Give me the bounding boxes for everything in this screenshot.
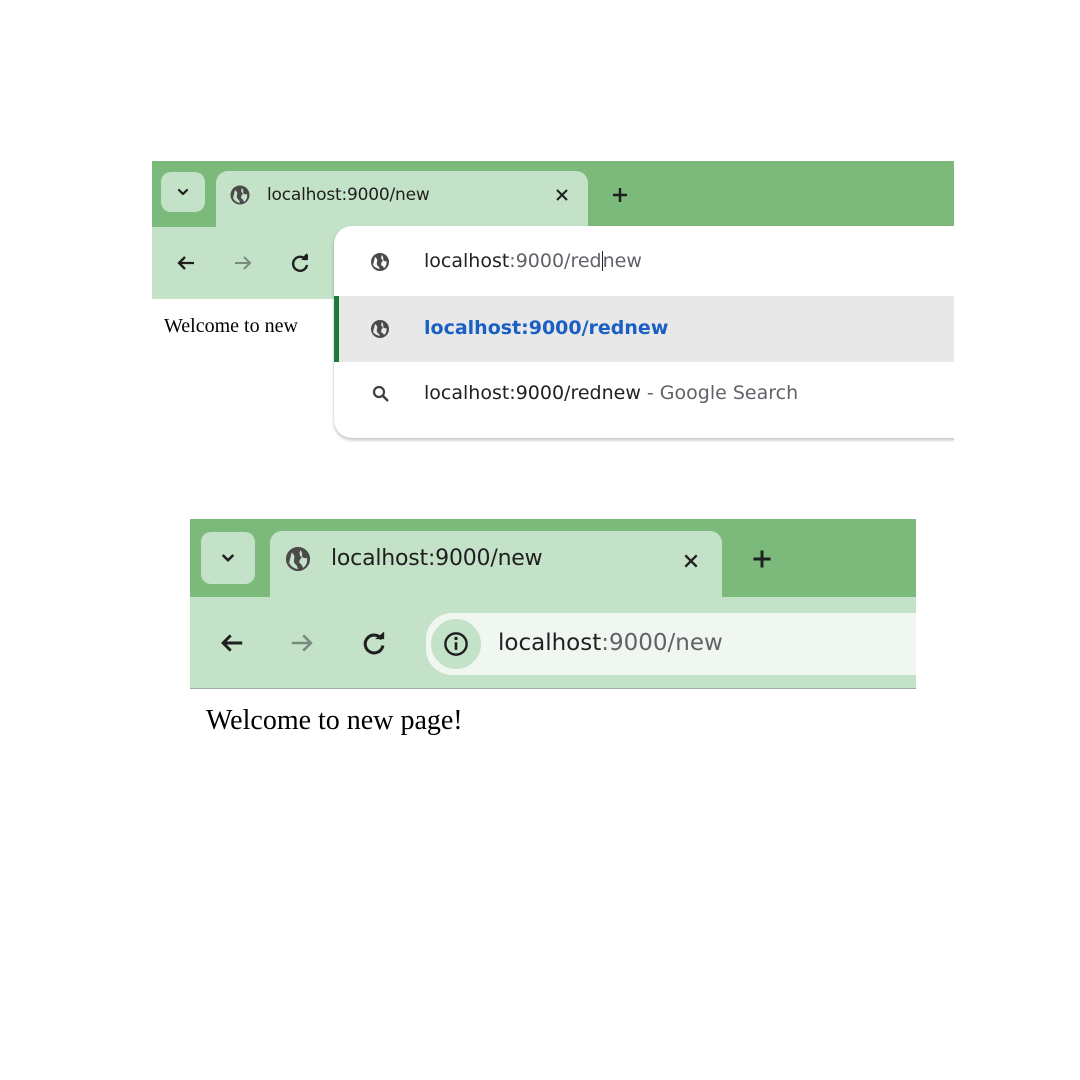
page-welcome-text: Welcome to new page! — [206, 705, 463, 736]
site-info-button[interactable] — [431, 619, 481, 669]
forward-button[interactable] — [227, 247, 259, 279]
address-text: localhost:9000/new — [498, 630, 723, 656]
globe-icon — [283, 544, 313, 574]
suggestion-url: localhost:9000/rednew — [424, 317, 669, 339]
globe-icon — [368, 317, 392, 341]
omnibox-input-autocomplete: new — [602, 250, 642, 272]
chevron-down-icon — [177, 188, 189, 196]
globe-icon — [228, 183, 252, 207]
arrow-right-icon — [291, 634, 313, 652]
reload-icon — [363, 631, 385, 655]
info-icon — [444, 632, 468, 656]
address-path: :9000/new — [601, 630, 723, 656]
back-button[interactable] — [212, 623, 252, 663]
omnibox-input-row[interactable]: localhost:9000/rednew — [334, 226, 954, 296]
address-bar[interactable]: localhost:9000/new — [426, 613, 916, 675]
arrow-left-icon — [177, 256, 194, 270]
active-tab[interactable]: localhost:9000/new — [270, 531, 722, 597]
suggestion-query-text: localhost:9000/rednew — [424, 382, 641, 404]
arrow-right-icon — [235, 256, 252, 270]
new-tab-button[interactable] — [742, 539, 782, 579]
new-tab-button[interactable] — [604, 179, 636, 211]
suggestion-query: localhost:9000/rednew - Google Search — [424, 382, 798, 404]
back-button[interactable] — [170, 247, 202, 279]
reload-icon — [291, 253, 309, 272]
search-icon — [370, 383, 392, 405]
close-tab-icon[interactable] — [673, 543, 709, 579]
reload-button[interactable] — [284, 247, 316, 279]
omnibox-input-host: localhost — [424, 250, 510, 272]
page-welcome-text: Welcome to new — [164, 315, 298, 337]
omnibox-dropdown: localhost:9000/rednew localhost:9000/red… — [334, 226, 954, 438]
suggestion-query-suffix: - Google Search — [640, 382, 799, 404]
bottom-browser-screenshot: Welcome to new page! localhost:9000/new … — [190, 519, 916, 751]
forward-button[interactable] — [282, 623, 322, 663]
suggestion-item[interactable]: localhost:9000/rednew - Google Search — [334, 362, 954, 426]
globe-icon — [368, 250, 392, 274]
arrow-left-icon — [221, 634, 243, 652]
tab-search-button[interactable] — [161, 172, 205, 212]
tab-title: localhost:9000/new — [331, 546, 543, 571]
selection-indicator — [334, 296, 339, 362]
tab-title: localhost:9000/new — [267, 185, 430, 205]
omnibox-input-typed: :9000/red — [509, 250, 602, 272]
plus-icon — [753, 550, 771, 568]
chevron-down-icon — [222, 554, 234, 562]
plus-icon — [613, 188, 627, 202]
address-host: localhost — [498, 630, 602, 656]
suggestion-item[interactable]: localhost:9000/rednew — [334, 296, 954, 362]
reload-button[interactable] — [354, 623, 394, 663]
close-tab-icon[interactable] — [548, 181, 576, 209]
top-browser-screenshot: Welcome to new localhost:9000/new localh… — [152, 161, 954, 445]
tab-search-button[interactable] — [201, 532, 255, 584]
omnibox-input[interactable]: localhost:9000/rednew — [424, 250, 642, 272]
active-tab[interactable]: localhost:9000/new — [216, 171, 588, 227]
